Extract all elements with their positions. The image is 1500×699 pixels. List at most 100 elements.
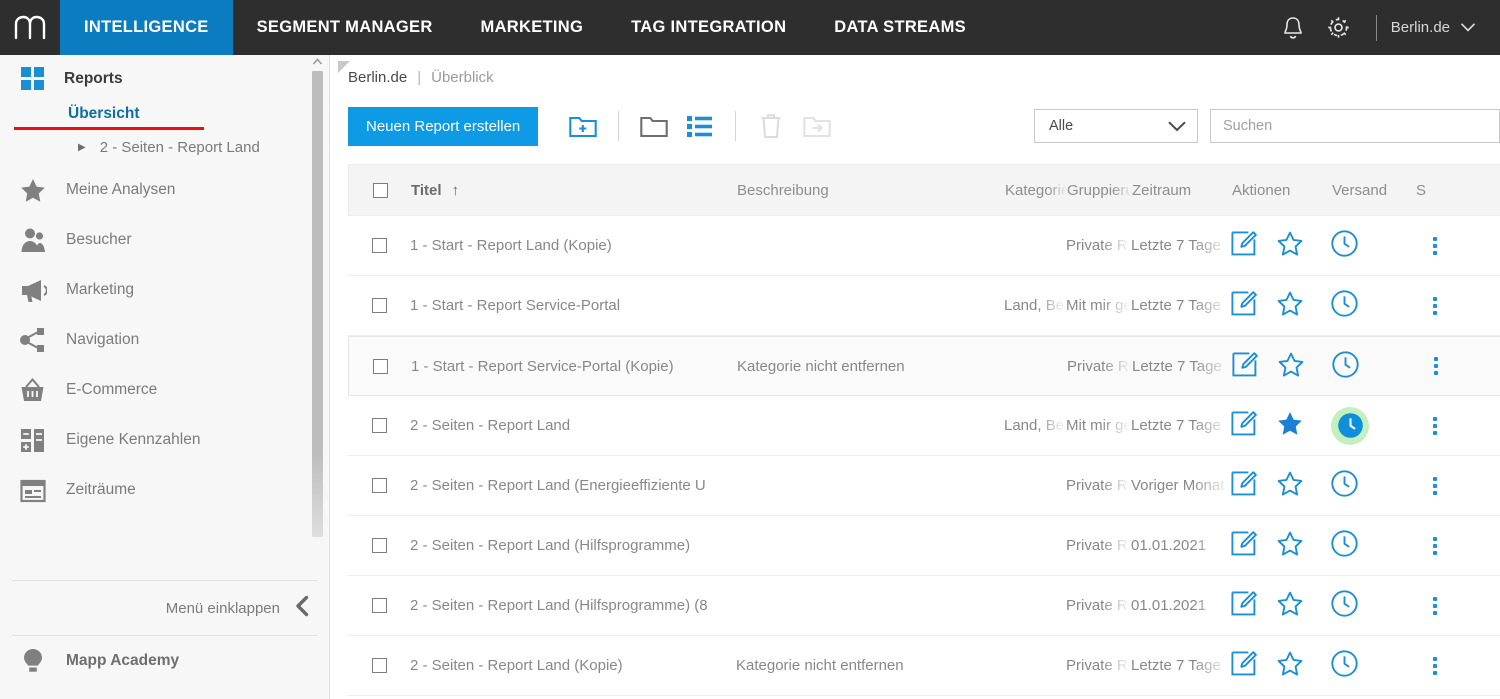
row-more-menu-button[interactable] xyxy=(1415,417,1455,435)
sidebar-header-reports[interactable]: Reports xyxy=(0,55,329,101)
scheduled-dispatch-icon[interactable] xyxy=(1332,351,1359,382)
mapp-logo-icon[interactable] xyxy=(0,0,60,55)
scheduled-dispatch-icon[interactable] xyxy=(1331,650,1358,681)
settings-gear-icon[interactable] xyxy=(1316,0,1362,55)
table-row[interactable]: 1 - Start - Report Land (Kopie)Private R… xyxy=(348,216,1500,276)
search-input[interactable] xyxy=(1210,109,1500,143)
notification-bell-icon[interactable] xyxy=(1270,0,1316,55)
scheduled-dispatch-icon-active[interactable] xyxy=(1331,407,1369,445)
column-header-title[interactable]: Titel ↑ xyxy=(411,182,737,199)
breadcrumb-root[interactable]: Berlin.de xyxy=(348,69,407,86)
sidebar-item-eigene-kennzahlen[interactable]: Eigene Kennzahlen xyxy=(0,415,329,465)
edit-report-icon[interactable] xyxy=(1232,352,1258,381)
column-header-grouping[interactable]: Gruppierung xyxy=(1067,182,1132,199)
edit-report-icon[interactable] xyxy=(1231,471,1257,500)
table-row[interactable]: 2 - Seiten - Report Land (Hilfsprogramme… xyxy=(348,516,1500,576)
sidebar-item-mapp-academy[interactable]: Mapp Academy xyxy=(0,636,329,686)
row-title[interactable]: 2 - Seiten - Report Land (Kopie) xyxy=(410,657,736,674)
sidebar-item-besucher[interactable]: Besucher xyxy=(0,215,329,265)
row-checkbox[interactable] xyxy=(349,359,411,374)
column-header-category[interactable]: Kategorien xyxy=(1005,182,1067,199)
corner-marker-icon xyxy=(338,61,350,73)
filter-select[interactable]: Alle xyxy=(1034,109,1198,143)
row-more-menu-button[interactable] xyxy=(1415,477,1455,495)
toolbar-right: Alle xyxy=(1034,109,1500,143)
row-checkbox[interactable] xyxy=(348,418,410,433)
table-row[interactable]: 2 - Seiten - Report Land (Hilfsprogramme… xyxy=(348,576,1500,636)
kebab-menu-icon xyxy=(1433,597,1437,615)
row-title[interactable]: 2 - Seiten - Report Land (Hilfsprogramme… xyxy=(410,597,736,614)
favorite-star-icon[interactable] xyxy=(1277,411,1303,440)
favorite-star-icon[interactable] xyxy=(1277,231,1303,260)
nav-item-intelligence[interactable]: INTELLIGENCE xyxy=(60,0,233,55)
collapse-menu-button[interactable]: Menü einklappen xyxy=(0,581,329,635)
row-checkbox[interactable] xyxy=(348,238,410,253)
row-title[interactable]: 1 - Start - Report Land (Kopie) xyxy=(410,237,736,254)
column-header-period[interactable]: Zeitraum xyxy=(1132,182,1232,199)
row-checkbox[interactable] xyxy=(348,298,410,313)
folder-icon[interactable] xyxy=(631,106,677,146)
row-title[interactable]: 1 - Start - Report Service-Portal xyxy=(410,297,736,314)
sidebar-item-e-commerce[interactable]: E-Commerce xyxy=(0,365,329,415)
table-row[interactable]: 2 - Seiten - Report Land (Kopie)Kategori… xyxy=(348,636,1500,696)
nav-item-segment-manager[interactable]: SEGMENT MANAGER xyxy=(233,0,457,55)
nav-item-data-streams[interactable]: DATA STREAMS xyxy=(810,0,990,55)
row-title[interactable]: 2 - Seiten - Report Land (Energieeffizie… xyxy=(410,477,736,494)
sidebar-item-uebersicht[interactable]: Übersicht xyxy=(68,101,140,125)
table-row[interactable]: 1 - Start - Report Service-PortalLand, B… xyxy=(348,276,1500,336)
column-header-title-label: Titel xyxy=(411,182,442,199)
scroll-up-arrow-icon[interactable] xyxy=(311,55,324,69)
edit-report-icon[interactable] xyxy=(1231,291,1257,320)
new-report-button[interactable]: Neuen Report erstellen xyxy=(348,107,538,146)
favorite-star-icon[interactable] xyxy=(1278,352,1304,381)
table-row[interactable]: 2 - Seiten - Report LandLand, BerlinMit … xyxy=(348,396,1500,456)
row-checkbox[interactable] xyxy=(348,658,410,673)
basket-icon xyxy=(16,375,50,405)
row-more-menu-button[interactable] xyxy=(1415,537,1455,555)
edit-report-icon[interactable] xyxy=(1231,591,1257,620)
row-more-menu-button[interactable] xyxy=(1415,597,1455,615)
table-row[interactable]: 1 - Start - Report Service-Portal (Kopie… xyxy=(348,336,1500,396)
edit-report-icon[interactable] xyxy=(1231,531,1257,560)
row-checkbox[interactable] xyxy=(348,478,410,493)
favorite-star-icon[interactable] xyxy=(1277,651,1303,680)
sidebar-item-meine-analysen[interactable]: Meine Analysen xyxy=(0,165,329,215)
sidebar-item-2-seiten-report-land[interactable]: ▶ 2 - Seiten - Report Land xyxy=(0,130,329,165)
sidebar-item-navigation[interactable]: Navigation xyxy=(0,315,329,365)
scheduled-dispatch-icon[interactable] xyxy=(1331,470,1358,501)
favorite-star-icon[interactable] xyxy=(1277,471,1303,500)
row-checkbox[interactable] xyxy=(348,598,410,613)
row-title[interactable]: 2 - Seiten - Report Land xyxy=(410,417,736,434)
row-checkbox[interactable] xyxy=(348,538,410,553)
row-more-menu-button[interactable] xyxy=(1416,357,1456,375)
favorite-star-icon[interactable] xyxy=(1277,591,1303,620)
new-folder-icon[interactable] xyxy=(560,106,606,146)
scheduled-dispatch-icon[interactable] xyxy=(1331,590,1358,621)
sidebar-item-marketing[interactable]: Marketing xyxy=(0,265,329,315)
scheduled-dispatch-icon[interactable] xyxy=(1331,290,1358,321)
sidebar-scrollbar[interactable] xyxy=(311,55,324,580)
list-view-icon[interactable] xyxy=(677,106,723,146)
edit-report-icon[interactable] xyxy=(1231,411,1257,440)
edit-report-icon[interactable] xyxy=(1231,231,1257,260)
row-title[interactable]: 2 - Seiten - Report Land (Hilfsprogramme… xyxy=(410,537,736,554)
scheduled-dispatch-icon[interactable] xyxy=(1331,230,1358,261)
scheduled-dispatch-icon[interactable] xyxy=(1331,530,1358,561)
kebab-menu-icon xyxy=(1433,417,1437,435)
sidebar-item-zeitraeume[interactable]: Zeiträume xyxy=(0,465,329,515)
table-body: 1 - Start - Report Land (Kopie)Private R… xyxy=(348,216,1500,696)
row-more-menu-button[interactable] xyxy=(1415,237,1455,255)
row-more-menu-button[interactable] xyxy=(1415,657,1455,675)
nav-item-marketing[interactable]: MARKETING xyxy=(457,0,608,55)
row-more-menu-button[interactable] xyxy=(1415,297,1455,315)
row-title[interactable]: 1 - Start - Report Service-Portal (Kopie… xyxy=(411,358,737,375)
favorite-star-icon[interactable] xyxy=(1277,531,1303,560)
table-row[interactable]: 2 - Seiten - Report Land (Energieeffizie… xyxy=(348,456,1500,516)
nav-item-tag-integration[interactable]: TAG INTEGRATION xyxy=(607,0,810,55)
select-all-checkbox[interactable] xyxy=(349,183,411,198)
column-header-description[interactable]: Beschreibung xyxy=(737,182,1005,199)
account-switcher[interactable]: Berlin.de xyxy=(1391,19,1482,36)
favorite-star-icon[interactable] xyxy=(1277,291,1303,320)
edit-report-icon[interactable] xyxy=(1231,651,1257,680)
sidebar-scrollbar-thumb[interactable] xyxy=(312,71,323,537)
